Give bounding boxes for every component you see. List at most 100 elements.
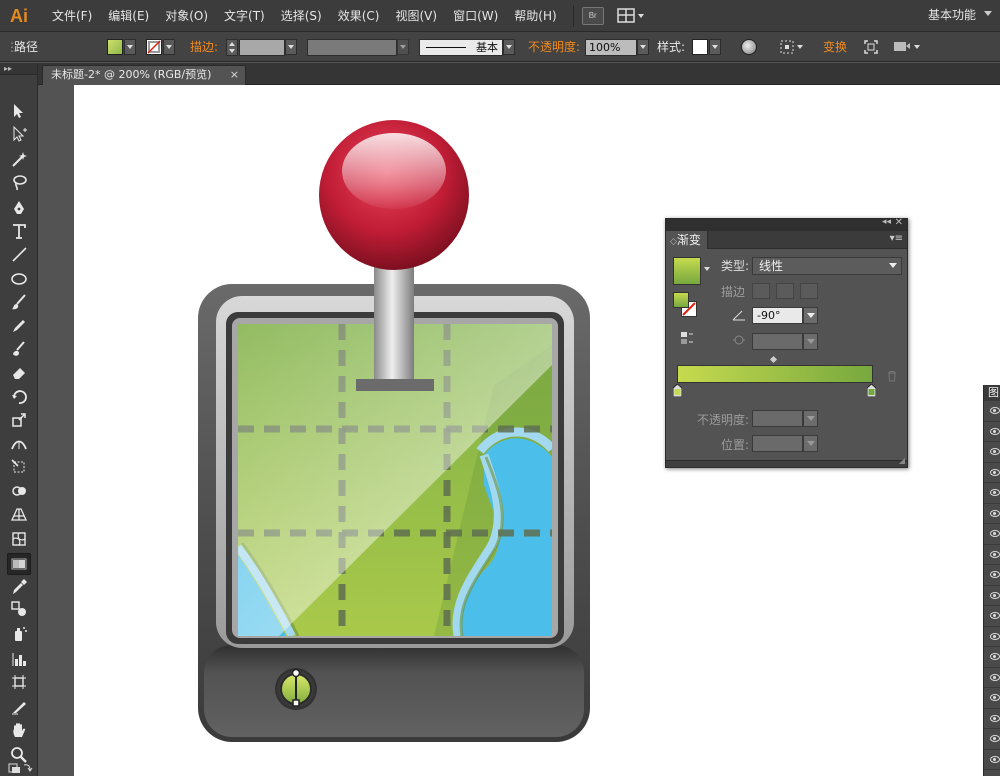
isolate-object-icon[interactable] xyxy=(863,39,879,58)
pen-tool-icon[interactable] xyxy=(7,197,31,219)
visibility-eye-icon[interactable] xyxy=(990,612,1000,619)
visibility-eye-icon[interactable] xyxy=(990,755,1000,763)
gradient-stop-start[interactable] xyxy=(672,383,683,398)
fill-dropdown[interactable] xyxy=(124,39,136,55)
layer-row[interactable] xyxy=(984,586,1000,606)
stop-opacity-input[interactable] xyxy=(752,410,803,427)
menu-help[interactable]: 帮助(H) xyxy=(506,0,564,32)
blob-brush-tool-icon[interactable] xyxy=(7,338,31,360)
gradient-type-select[interactable]: 线性 xyxy=(752,257,902,275)
visibility-eye-icon[interactable] xyxy=(990,530,1000,537)
visibility-eye-icon[interactable] xyxy=(990,571,1000,578)
layers-tab[interactable]: 图 xyxy=(984,385,1000,401)
pencil-tool-icon[interactable] xyxy=(7,315,31,337)
layer-row[interactable] xyxy=(984,442,1000,463)
layer-row[interactable] xyxy=(984,483,1000,504)
symbol-sprayer-tool-icon[interactable] xyxy=(7,623,31,645)
layer-row[interactable] xyxy=(984,606,1000,627)
layer-row[interactable] xyxy=(984,688,1000,709)
visibility-eye-icon[interactable] xyxy=(990,653,1000,660)
gradient-slider[interactable] xyxy=(677,365,873,383)
opacity-dropdown[interactable] xyxy=(637,39,649,55)
stroke-weight-dropdown[interactable] xyxy=(285,39,297,55)
stop-opacity-dropdown[interactable] xyxy=(803,410,818,427)
menu-file[interactable]: 文件(F) xyxy=(44,0,100,32)
menu-window[interactable]: 窗口(W) xyxy=(445,0,506,32)
stroke-across-button[interactable] xyxy=(800,283,818,299)
layer-row[interactable] xyxy=(984,750,1000,770)
stroke-weight-label[interactable]: 描边: xyxy=(190,32,218,62)
panel-options-icon[interactable] xyxy=(892,39,922,58)
graphic-style-swatch[interactable] xyxy=(692,39,708,55)
reverse-gradient-icon[interactable] xyxy=(679,330,695,349)
width-tool-icon[interactable] xyxy=(7,434,31,456)
visibility-eye-icon[interactable] xyxy=(990,550,1000,558)
fill-box[interactable] xyxy=(673,292,689,308)
eraser-tool-icon[interactable] xyxy=(7,361,31,383)
layer-row[interactable] xyxy=(984,463,1000,483)
opacity-label[interactable]: 不透明度: xyxy=(528,32,580,62)
type-tool-icon[interactable] xyxy=(7,220,31,242)
transform-link[interactable]: 变换 xyxy=(823,32,847,62)
gradient-panel-titlebar[interactable]: ◂◂ ✕ xyxy=(666,217,907,231)
delete-stop-icon[interactable] xyxy=(886,370,898,385)
stroke-within-button[interactable] xyxy=(752,283,770,299)
visibility-eye-icon[interactable] xyxy=(990,714,1000,722)
gradient-stop-end[interactable] xyxy=(866,383,877,398)
stroke-swatch[interactable] xyxy=(146,39,162,55)
magic-wand-tool-icon[interactable] xyxy=(7,148,31,170)
visibility-eye-icon[interactable] xyxy=(990,509,1000,517)
eyedropper-tool-icon[interactable] xyxy=(7,576,31,598)
panel-menu-icon[interactable]: ▾≡ xyxy=(890,233,903,244)
arrange-documents-icon[interactable] xyxy=(616,6,646,26)
stop-location-dropdown[interactable] xyxy=(803,435,818,452)
perspective-grid-tool-icon[interactable] xyxy=(7,503,31,525)
blend-tool-icon[interactable] xyxy=(7,598,31,620)
visibility-eye-icon[interactable] xyxy=(990,694,1000,701)
workspace-switcher[interactable]: 基本功能 xyxy=(928,0,976,30)
layer-row[interactable] xyxy=(984,668,1000,688)
gradient-preview-swatch[interactable] xyxy=(673,257,701,285)
close-panel-icon[interactable]: ✕ xyxy=(895,217,903,228)
visibility-eye-icon[interactable] xyxy=(990,632,1000,640)
layer-row[interactable] xyxy=(984,401,1000,422)
document-tab[interactable]: 未标题-2* @ 200% (RGB/预览) × xyxy=(42,65,246,85)
visibility-eye-icon[interactable] xyxy=(990,427,1000,435)
visibility-eye-icon[interactable] xyxy=(990,591,1000,599)
artboard-tool-icon[interactable] xyxy=(7,671,31,693)
tools-panel-grip[interactable]: ▸▸ xyxy=(0,63,37,75)
layer-row[interactable] xyxy=(984,422,1000,442)
layer-row[interactable] xyxy=(984,647,1000,668)
bridge-button[interactable]: Br xyxy=(581,6,604,25)
mesh-tool-icon[interactable] xyxy=(7,528,31,550)
layer-row[interactable] xyxy=(984,565,1000,586)
menu-view[interactable]: 视图(V) xyxy=(387,0,445,32)
fill-stroke-indicator[interactable] xyxy=(673,292,699,320)
gradient-preview-dropdown-icon[interactable] xyxy=(704,267,710,271)
tab-toggle-icon[interactable]: ◇ xyxy=(670,237,677,247)
lasso-tool-icon[interactable] xyxy=(7,171,31,193)
gradient-tab[interactable]: ◇渐变 xyxy=(666,231,708,249)
layer-row[interactable] xyxy=(984,524,1000,545)
menu-effect[interactable]: 效果(C) xyxy=(330,0,388,32)
recolor-artwork-icon[interactable] xyxy=(741,39,757,55)
stroke-weight-input[interactable] xyxy=(239,39,285,56)
selection-tool-icon[interactable] xyxy=(7,100,31,122)
align-icon[interactable] xyxy=(779,39,805,58)
menu-select[interactable]: 选择(S) xyxy=(273,0,330,32)
brush-definition[interactable]: 基本 xyxy=(419,39,503,56)
aspect-ratio-dropdown[interactable] xyxy=(803,333,818,350)
stroke-dropdown[interactable] xyxy=(163,39,175,55)
visibility-eye-icon[interactable] xyxy=(990,448,1000,455)
angle-dropdown[interactable] xyxy=(803,307,818,324)
gradient-tool-icon[interactable] xyxy=(7,553,31,575)
menu-object[interactable]: 对象(O) xyxy=(157,0,216,32)
angle-input[interactable]: -90° xyxy=(752,307,803,324)
visibility-eye-icon[interactable] xyxy=(990,489,1000,496)
line-tool-icon[interactable] xyxy=(7,243,31,265)
aspect-ratio-input[interactable] xyxy=(752,333,803,350)
stop-location-input[interactable] xyxy=(752,435,803,452)
layer-row[interactable] xyxy=(984,545,1000,565)
toolbar-fill-stroke-swatch[interactable] xyxy=(8,762,34,774)
free-transform-tool-icon[interactable] xyxy=(7,456,31,478)
